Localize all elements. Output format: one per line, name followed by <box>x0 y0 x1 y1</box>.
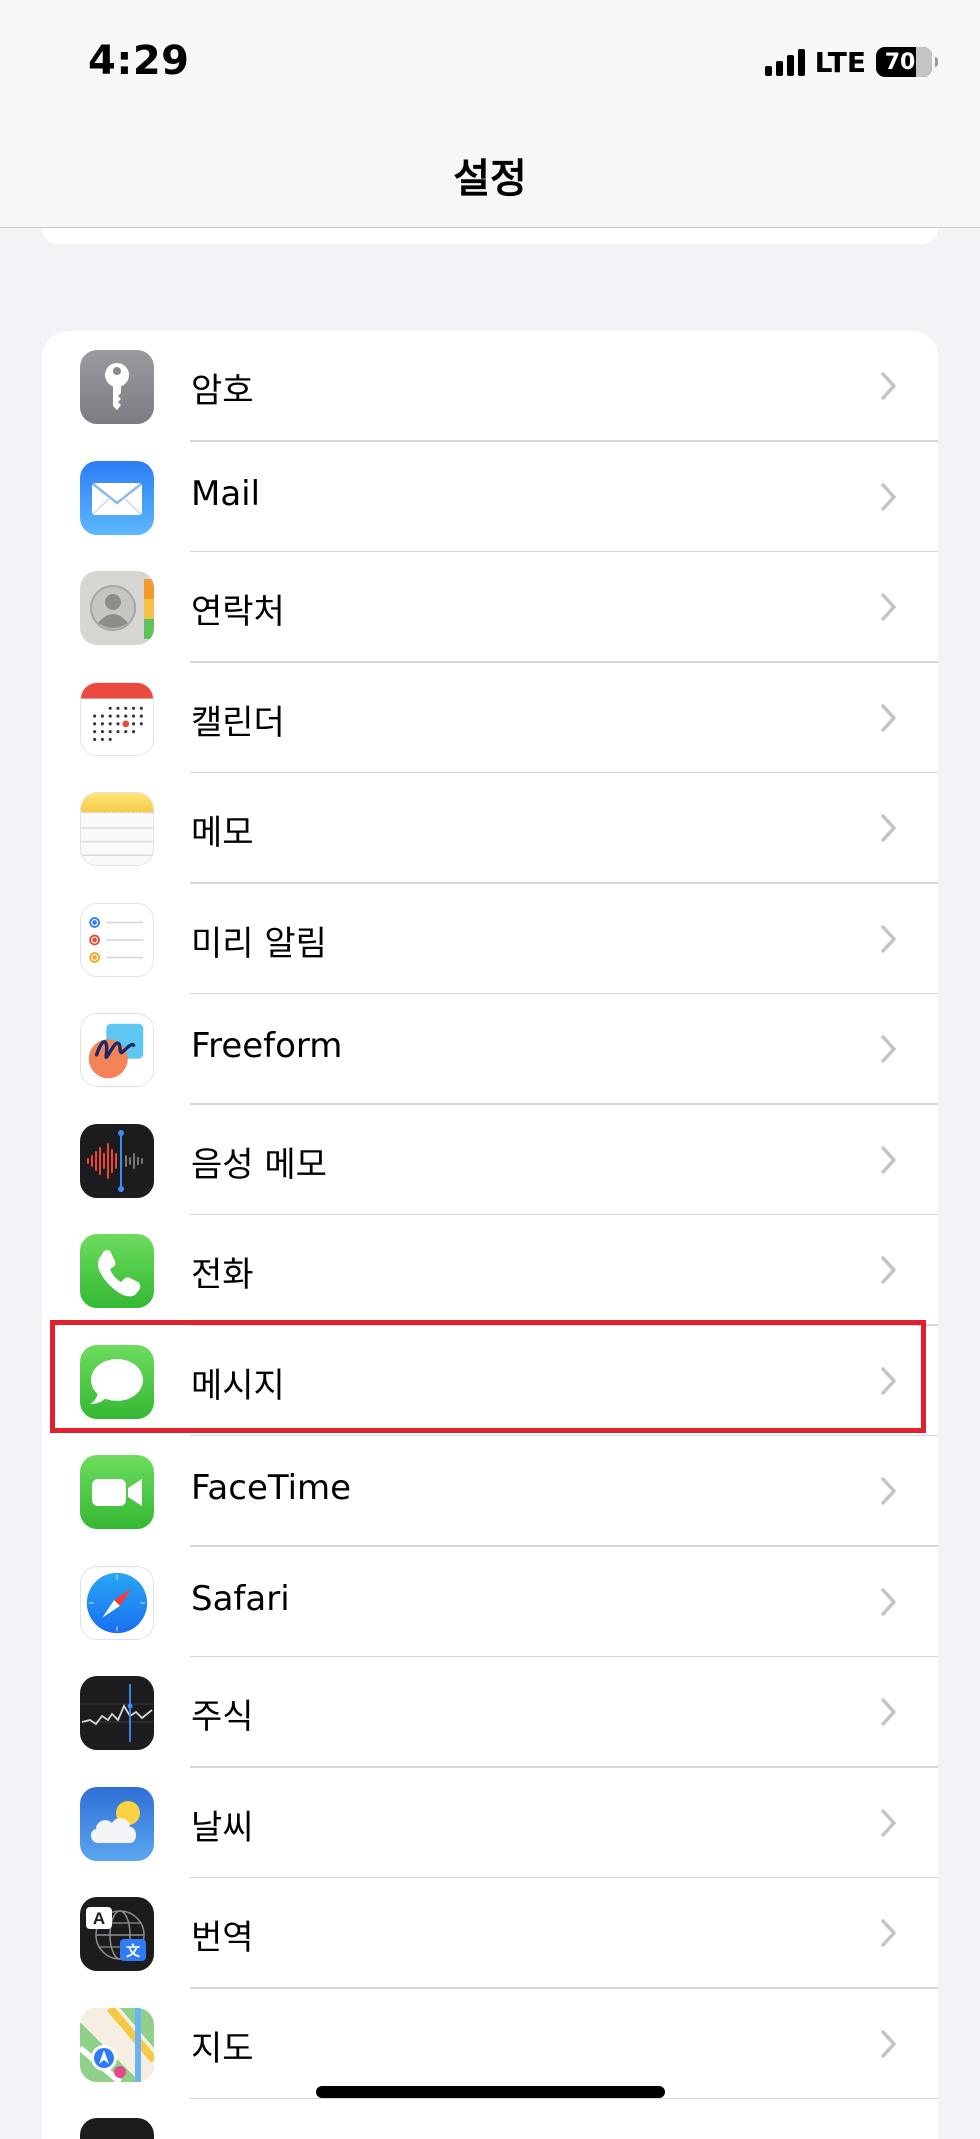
settings-item-facetime[interactable]: FaceTime <box>42 1436 938 1547</box>
chevron-right-icon <box>878 1474 900 1508</box>
chevron-right-icon <box>878 480 900 514</box>
chevron-right-icon <box>878 1806 900 1840</box>
freeform-icon <box>80 1013 154 1087</box>
settings-item-label: 미리 알림 <box>191 923 327 964</box>
chevron-right-icon <box>878 1032 900 1066</box>
chevron-right-icon <box>878 1364 900 1398</box>
battery-level: 70 <box>884 49 916 75</box>
settings-item-mail[interactable]: Mail <box>42 442 938 553</box>
chevron-right-icon <box>878 1916 900 1950</box>
settings-item-label: FaceTime <box>191 1468 352 1508</box>
chevron-right-icon <box>878 701 900 735</box>
mail-icon <box>80 460 154 535</box>
settings-item-label: 번역 <box>191 1918 254 1958</box>
maps-icon <box>80 2007 154 2082</box>
stocks-icon <box>80 1676 154 1750</box>
settings-item-messages[interactable]: 메시지 <box>42 1326 938 1437</box>
messages-icon <box>80 1344 154 1419</box>
key-icon <box>80 350 154 424</box>
settings-item-contacts[interactable]: 연락처 <box>42 552 938 663</box>
home-indicator[interactable] <box>316 2086 665 2098</box>
settings-item-passwords[interactable]: 암호 <box>42 331 938 442</box>
settings-item-reminders[interactable]: 미리 알림 <box>42 884 938 995</box>
reminders-icon <box>80 902 154 977</box>
translate-icon-glyph-b: 文 <box>126 1943 141 1960</box>
settings-item-label: 캘린더 <box>191 702 285 743</box>
chevron-right-icon <box>878 922 900 956</box>
partial-app-icon <box>80 2118 154 2139</box>
settings-item-calendar[interactable]: 캘린더 <box>42 663 938 774</box>
chevron-right-icon <box>878 369 900 403</box>
calendar-icon <box>80 681 154 756</box>
settings-item-voice-memos[interactable]: 음성 메모 <box>42 1105 938 1216</box>
chevron-right-icon <box>878 811 900 845</box>
status-time: 4:29 <box>88 38 190 84</box>
settings-item-partial <box>42 2099 938 2139</box>
phone-icon <box>80 1234 154 1308</box>
chevron-right-icon <box>878 1585 900 1619</box>
settings-item-label: Mail <box>191 473 261 514</box>
settings-item-stocks[interactable]: 주식 <box>42 1657 938 1768</box>
settings-item-label: 연락처 <box>191 592 285 632</box>
settings-item-label: Freeform <box>191 1026 343 1066</box>
settings-item-label: Safari <box>191 1578 290 1619</box>
contacts-icon <box>80 571 154 645</box>
page-title: 설정 <box>453 156 527 202</box>
status-bar: 4:29 LTE 70 <box>0 0 980 120</box>
translate-icon-glyph-a: A <box>93 1909 105 1928</box>
settings-item-label: 주식 <box>191 1697 254 1737</box>
chevron-right-icon <box>878 1253 900 1287</box>
settings-item-label: 음성 메모 <box>191 1144 327 1185</box>
chevron-right-icon <box>878 1695 900 1729</box>
settings-item-label: 전화 <box>191 1255 254 1295</box>
weather-icon <box>80 1786 154 1861</box>
settings-item-weather[interactable]: 날씨 <box>42 1768 938 1879</box>
facetime-icon <box>80 1455 154 1529</box>
chevron-right-icon <box>878 1143 900 1177</box>
safari-icon <box>80 1565 154 1640</box>
settings-item-safari[interactable]: Safari <box>42 1547 938 1658</box>
settings-item-translate[interactable]: A 文 번역 <box>42 1878 938 1989</box>
settings-item-label: 암호 <box>191 371 254 411</box>
battery-icon: 70 <box>876 47 938 77</box>
translate-icon: A 文 <box>80 1897 154 1971</box>
settings-item-notes[interactable]: 메모 <box>42 773 938 884</box>
settings-item-phone[interactable]: 전화 <box>42 1215 938 1326</box>
settings-item-label: 메모 <box>191 813 254 853</box>
chevron-right-icon <box>878 2027 900 2061</box>
status-indicators: LTE 70 <box>764 44 938 80</box>
network-type: LTE <box>814 45 866 79</box>
settings-item-maps[interactable]: 지도 <box>42 1989 938 2100</box>
navigation-bar: 설정 <box>0 120 980 228</box>
chevron-right-icon <box>878 590 900 624</box>
voice-memos-icon <box>80 1123 154 1198</box>
settings-list: 암호 Mail 연락처 캘린더 메모 미리 알림 Freeform 음성 메모 … <box>42 331 938 2139</box>
settings-item-freeform[interactable]: Freeform <box>42 994 938 1105</box>
settings-item-label: 지도 <box>191 2028 254 2069</box>
settings-item-label: 날씨 <box>191 1807 254 1848</box>
previous-group-bottom <box>42 228 938 244</box>
cellular-signal-icon <box>764 48 805 76</box>
notes-icon <box>80 792 154 866</box>
settings-item-label: 메시지 <box>191 1365 285 1406</box>
